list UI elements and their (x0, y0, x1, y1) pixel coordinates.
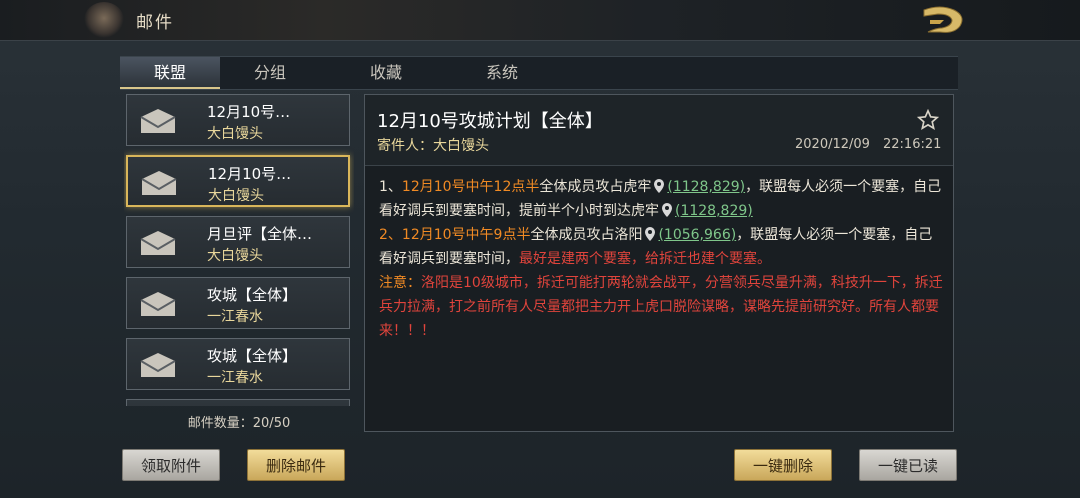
mail-count: 邮件数量：20/50 (187, 416, 291, 431)
envelope-icon (140, 231, 176, 255)
mail-sender: 大白馒头 (207, 248, 263, 264)
mail-detail-subject: 12月10号攻城计划【全体】 (377, 111, 603, 132)
claim-attachments-button[interactable]: 领取附件 (122, 449, 220, 481)
dragon-logo-icon (923, 6, 963, 33)
mail-sender: 一江春水 (207, 309, 263, 325)
mail-subject: 攻城【全体】 (207, 286, 298, 304)
coordinate-link[interactable]: (1128,829) (675, 203, 753, 219)
tab-alliance[interactable]: 联盟 (120, 57, 220, 89)
body-text: 全体成员攻占洛阳 (530, 227, 643, 243)
mail-subject: 月旦评【全体… (207, 225, 313, 243)
delete-mail-button[interactable]: 删除邮件 (247, 449, 345, 481)
body-text: 全体成员攻占虎牢 (539, 179, 652, 195)
mail-subject: 12月10号… (208, 165, 292, 183)
mail-detail-time: 22:16:21 (883, 137, 942, 152)
mail-item-selected[interactable]: 12月10号… 大白馒头 (126, 155, 350, 207)
coordinate-link[interactable]: (1128,829) (667, 179, 745, 195)
mark-all-read-button[interactable]: 一键已读 (859, 449, 957, 481)
location-pin-icon (645, 227, 656, 241)
mail-tabs: 联盟 分组 收藏 系统 (120, 56, 958, 90)
delete-all-button[interactable]: 一键删除 (734, 449, 832, 481)
mail-sender: 大白馒头 (207, 126, 263, 142)
envelope-icon (140, 292, 176, 316)
page-title: 邮件 (136, 13, 174, 33)
mail-detail-sender: 寄件人：大白馒头 (377, 138, 489, 154)
line-prefix: 2、 (379, 227, 402, 243)
alert-text: 最好是建两个要塞，给拆迁也建个要塞。 (519, 251, 771, 267)
tab-group[interactable]: 分组 (220, 57, 320, 89)
time-highlight: 12月10号中午12点半 (401, 179, 540, 195)
envelope-icon (140, 353, 176, 377)
envelope-icon (141, 171, 177, 195)
star-icon[interactable] (917, 109, 939, 131)
mail-item[interactable]: 12月10号… 大白馒头 (126, 94, 350, 146)
mail-sender: 一江春水 (207, 370, 263, 386)
top-bar: 邮件 (0, 0, 1080, 41)
time-highlight: 12月10号中午9点半 (401, 227, 531, 243)
note-label: 注意： (379, 275, 421, 291)
mail-subject: 12月10号… (207, 103, 291, 121)
mail-detail-body: 1、12月10号中午12点半全体成员攻占虎牢 (1128,829)，联盟每人必须一… (379, 175, 945, 343)
mail-item[interactable]: 攻城【全体】 一江春水 (126, 277, 350, 329)
line-prefix: 1、 (379, 179, 402, 195)
mail-subject: 攻城【全体】 (207, 347, 298, 365)
dragon-emblem-icon (84, 2, 124, 38)
tab-favorites[interactable]: 收藏 (336, 57, 436, 89)
tab-system[interactable]: 系统 (452, 57, 552, 89)
mail-detail-date: 2020/12/09 (795, 137, 870, 152)
alert-text: 洛阳是10级城市，拆迁可能打两轮就会战平，分营领兵尽量升满，科技升一下，拆迁兵力… (379, 275, 943, 339)
envelope-icon (140, 109, 176, 133)
location-pin-icon (662, 203, 672, 217)
location-pin-icon (654, 179, 665, 193)
mail-sender: 大白馒头 (208, 188, 264, 204)
mail-detail-header: 12月10号攻城计划【全体】 寄件人：大白馒头 2020/12/09 22:16… (365, 95, 953, 166)
mail-detail-panel: 12月10号攻城计划【全体】 寄件人：大白馒头 2020/12/09 22:16… (364, 94, 954, 432)
mail-item-partial[interactable] (126, 399, 350, 406)
mail-item[interactable]: 月旦评【全体… 大白馒头 (126, 216, 350, 268)
mail-list[interactable]: 12月10号… 大白馒头 12月10号… 大白馒头 月旦评【全体… 大白馒头 攻… (124, 94, 354, 406)
mail-item[interactable]: 攻城【全体】 一江春水 (126, 338, 350, 390)
coordinate-link[interactable]: (1056,966) (658, 227, 736, 243)
